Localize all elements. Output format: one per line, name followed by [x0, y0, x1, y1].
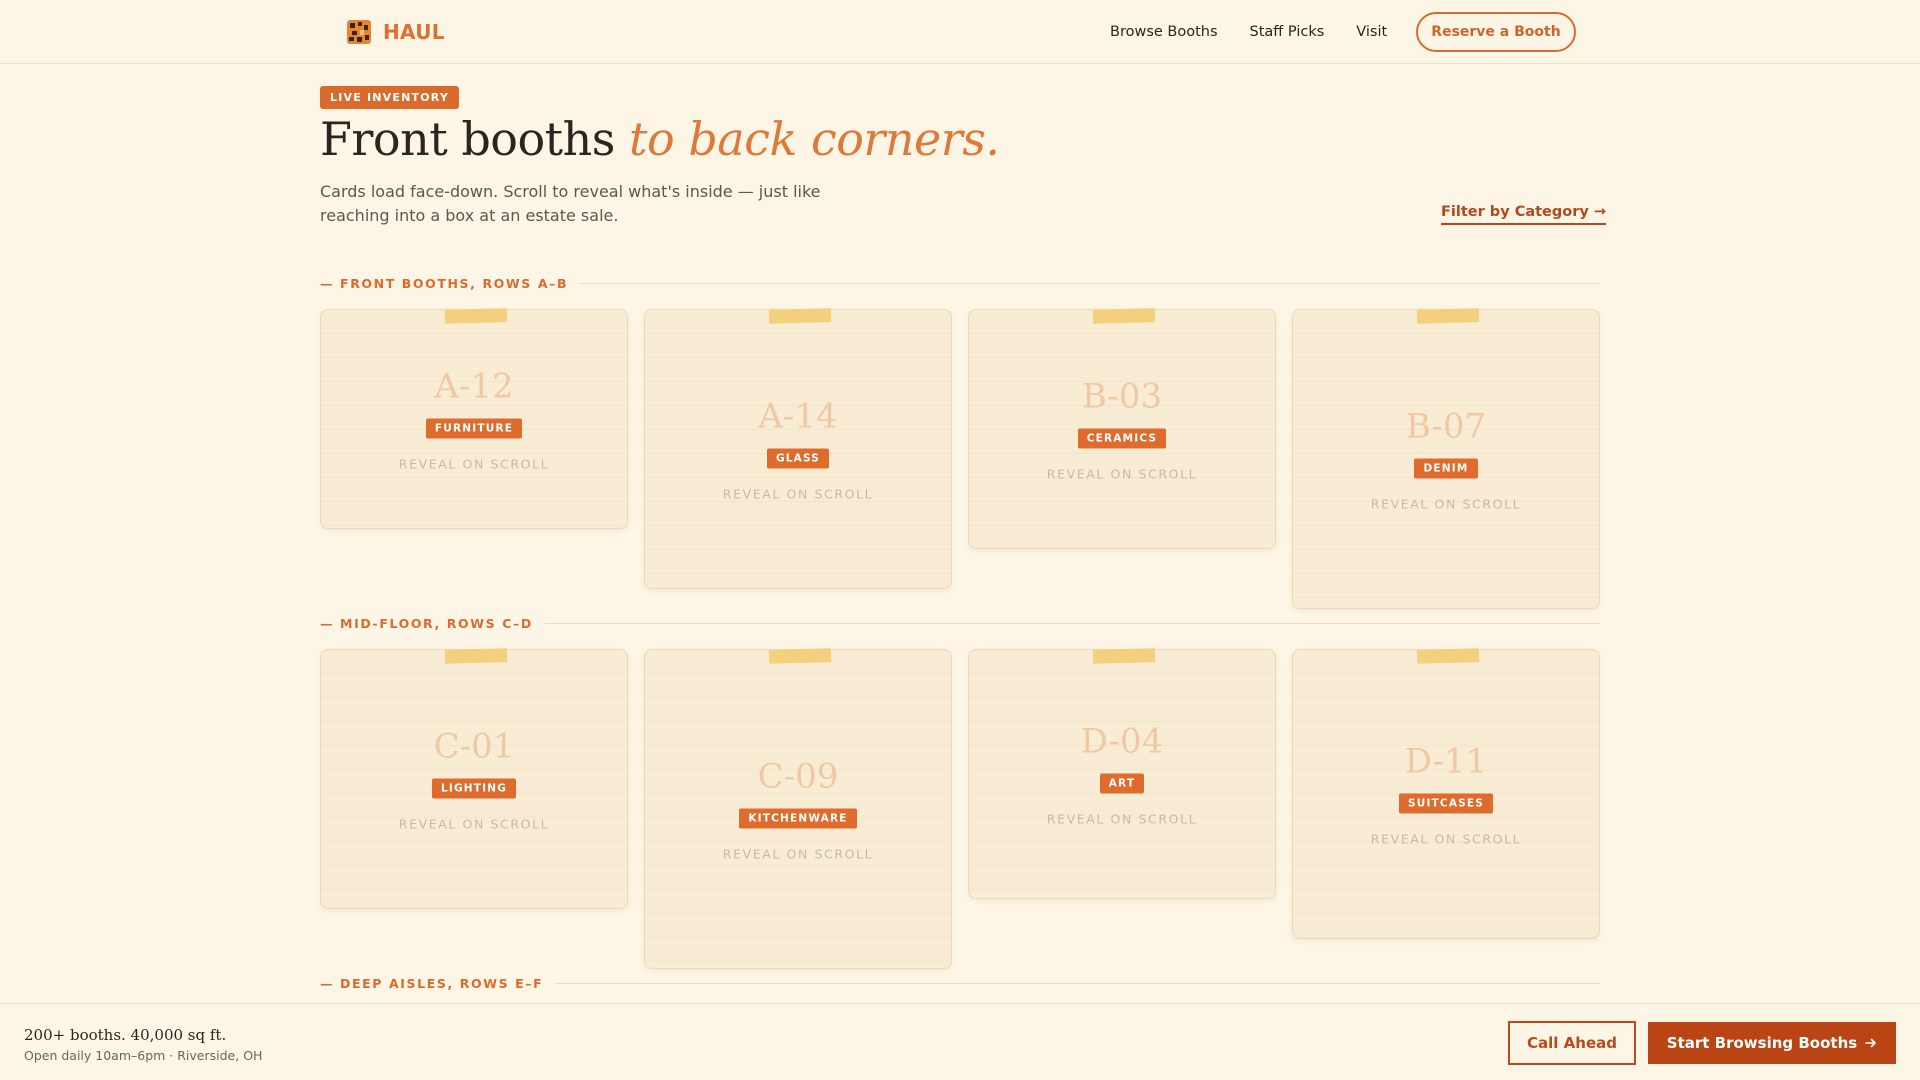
tape-strip: [1092, 648, 1156, 664]
section-divider: [580, 283, 1600, 284]
store-hours-location: Open daily 10am–6pm · Riverside, OH: [24, 1048, 263, 1063]
page-title-accent: to back corners.: [629, 112, 1000, 166]
tape-strip: [1416, 308, 1480, 324]
start-browsing-label: Start Browsing Booths: [1666, 1034, 1858, 1052]
booth-card-content: B-07 DENIM REVEAL ON SCROLL: [1293, 407, 1599, 512]
call-ahead-button[interactable]: Call Ahead: [1508, 1021, 1636, 1065]
section-header-mid-floor: — MID-FLOOR, ROWS C–D: [320, 616, 1600, 631]
category-badge: LIGHTING: [431, 778, 517, 799]
booth-card-content: C-01 LIGHTING REVEAL ON SCROLL: [321, 727, 627, 832]
tape-strip: [444, 308, 508, 324]
category-badge: KITCHENWARE: [739, 808, 857, 829]
booth-number: C-09: [757, 756, 839, 797]
section-header-front-booths: — FRONT BOOTHS, ROWS A–B: [320, 276, 1600, 291]
reserve-booth-button[interactable]: Reserve a Booth: [1416, 12, 1576, 52]
tape-strip: [1416, 648, 1480, 664]
reveal-note: REVEAL ON SCROLL: [398, 816, 550, 832]
booth-card-b-03[interactable]: B-03 CERAMICS REVEAL ON SCROLL: [968, 308, 1276, 549]
arrow-right-icon: [1865, 1038, 1877, 1048]
brand[interactable]: HAUL: [347, 20, 445, 44]
booth-card-c-09[interactable]: C-09 KITCHENWARE REVEAL ON SCROLL: [644, 648, 952, 969]
haul-logo-icon: [347, 20, 371, 44]
top-nav: HAUL Browse Booths Staff Picks Visit Res…: [0, 0, 1920, 64]
nav-link-staff-picks[interactable]: Staff Picks: [1250, 24, 1325, 40]
reveal-note: REVEAL ON SCROLL: [722, 846, 874, 862]
tape-strip: [1092, 308, 1156, 324]
booth-card-content: B-03 CERAMICS REVEAL ON SCROLL: [969, 377, 1275, 482]
section-label: — FRONT BOOTHS, ROWS A–B: [320, 276, 569, 291]
store-stats: 200+ booths. 40,000 sq ft.: [24, 1026, 227, 1044]
category-badge: ART: [1099, 773, 1145, 794]
reveal-note: REVEAL ON SCROLL: [1370, 831, 1522, 847]
category-badge: DENIM: [1414, 458, 1478, 479]
booth-card-d-04[interactable]: D-04 ART REVEAL ON SCROLL: [968, 648, 1276, 899]
reveal-note: REVEAL ON SCROLL: [722, 486, 874, 502]
reveal-note: REVEAL ON SCROLL: [1370, 496, 1522, 512]
booth-card-content: D-04 ART REVEAL ON SCROLL: [969, 722, 1275, 827]
category-badge: SUITCASES: [1398, 793, 1494, 814]
filter-by-category-link[interactable]: Filter by Category →: [1441, 204, 1607, 225]
booth-number: D-11: [1404, 741, 1488, 782]
booth-card-content: C-09 KITCHENWARE REVEAL ON SCROLL: [645, 757, 951, 862]
nav-link-visit[interactable]: Visit: [1356, 24, 1387, 40]
section-header-deep-aisles: — DEEP AISLES, ROWS E–F: [320, 976, 1600, 991]
booth-number: A-12: [434, 366, 514, 407]
sticky-bottom-bar: 200+ booths. 40,000 sq ft. Open daily 10…: [0, 1003, 1920, 1080]
booth-card-d-11[interactable]: D-11 SUITCASES REVEAL ON SCROLL: [1292, 648, 1600, 939]
booth-card-content: A-14 GLASS REVEAL ON SCROLL: [645, 397, 951, 502]
booth-card-c-01[interactable]: C-01 LIGHTING REVEAL ON SCROLL: [320, 648, 628, 909]
section-label: — DEEP AISLES, ROWS E–F: [320, 976, 544, 991]
booth-card-a-14[interactable]: A-14 GLASS REVEAL ON SCROLL: [644, 308, 952, 589]
nav-link-browse-booths[interactable]: Browse Booths: [1110, 24, 1218, 40]
section-divider: [544, 623, 1600, 624]
booth-card-a-12[interactable]: A-12 FURNITURE REVEAL ON SCROLL: [320, 308, 628, 529]
tape-strip: [768, 648, 832, 664]
booth-number: D-04: [1080, 721, 1164, 762]
category-badge: CERAMICS: [1077, 428, 1167, 449]
category-badge: FURNITURE: [425, 418, 523, 439]
page-title: Front booths to back corners.: [320, 112, 1000, 166]
live-inventory-badge: LIVE INVENTORY: [320, 86, 459, 109]
start-browsing-button[interactable]: Start Browsing Booths: [1648, 1022, 1896, 1064]
booth-card-content: A-12 FURNITURE REVEAL ON SCROLL: [321, 367, 627, 472]
booth-number: A-14: [758, 396, 838, 437]
booth-number: B-03: [1081, 376, 1163, 417]
booth-number: C-01: [433, 726, 515, 767]
brand-name: HAUL: [383, 20, 445, 44]
category-badge: GLASS: [766, 448, 830, 469]
tape-strip: [444, 648, 508, 664]
reveal-note: REVEAL ON SCROLL: [1046, 466, 1198, 482]
reveal-note: REVEAL ON SCROLL: [1046, 811, 1198, 827]
booth-number: B-07: [1405, 406, 1487, 447]
reveal-note: REVEAL ON SCROLL: [398, 456, 550, 472]
page-subtitle: Cards load face-down. Scroll to reveal w…: [320, 182, 821, 225]
page-title-main: Front booths: [320, 112, 630, 166]
section-label: — MID-FLOOR, ROWS C–D: [320, 616, 533, 631]
tape-strip: [768, 308, 832, 324]
nav-links: Browse Booths Staff Picks Visit: [1110, 0, 1419, 64]
booth-card-b-07[interactable]: B-07 DENIM REVEAL ON SCROLL: [1292, 308, 1600, 609]
section-divider: [555, 983, 1600, 984]
booth-card-content: D-11 SUITCASES REVEAL ON SCROLL: [1293, 742, 1599, 847]
